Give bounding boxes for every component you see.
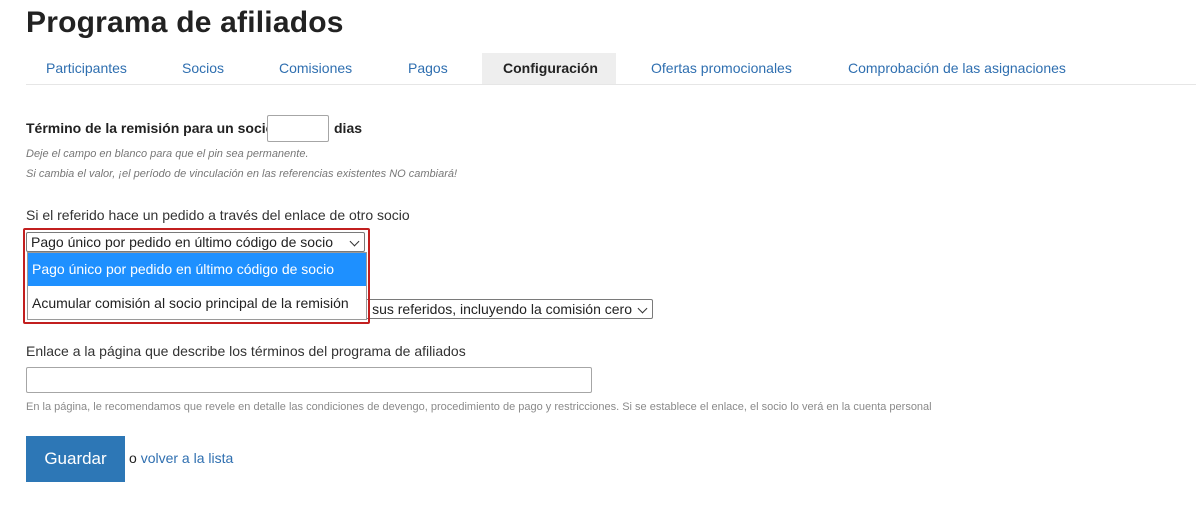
terms-link-label: Enlace a la página que describe los térm… <box>26 343 466 359</box>
back-to-list-link[interactable]: volver a la lista <box>141 450 234 466</box>
save-button[interactable]: Guardar <box>26 436 125 482</box>
page: Programa de afiliados Participantes Soci… <box>0 0 1200 507</box>
tab-ofertas-promocionales[interactable]: Ofertas promocionales <box>651 53 792 84</box>
or-text: o <box>129 450 137 466</box>
tab-comprobacion-asignaciones[interactable]: Comprobación de las asignaciones <box>848 53 1066 84</box>
tab-socios[interactable]: Socios <box>182 53 224 84</box>
terms-link-hint: En la página, le recomendamos que revele… <box>26 401 932 413</box>
actions-row: o volver a la lista <box>129 450 233 466</box>
dropdown-option-accumulate-commission[interactable]: Acumular comisión al socio principal de … <box>28 287 366 320</box>
tab-pagos[interactable]: Pagos <box>408 53 448 84</box>
tab-bar: Participantes Socios Comisiones Pagos Co… <box>26 53 1196 85</box>
referral-term-input[interactable] <box>267 115 329 142</box>
referral-term-unit: dias <box>334 120 363 136</box>
other-partner-order-select[interactable]: Pago único por pedido en último código d… <box>26 232 365 252</box>
other-partner-order-selected-value: Pago único por pedido en último código d… <box>31 234 333 250</box>
tab-participantes[interactable]: Participantes <box>46 53 127 84</box>
referral-term-hint-warning: Si cambia el valor, ¡el período de vincu… <box>26 168 458 180</box>
chevron-down-icon <box>637 303 648 314</box>
other-partner-order-dropdown: Pago único por pedido en último código d… <box>27 252 367 320</box>
chevron-down-icon <box>349 236 360 247</box>
tab-comisiones[interactable]: Comisiones <box>279 53 352 84</box>
page-title: Programa de afiliados <box>26 6 344 39</box>
tab-configuracion[interactable]: Configuración <box>482 53 616 84</box>
terms-link-input[interactable] <box>26 367 592 393</box>
referral-term-hint-permanent: Deje el campo en blanco para que el pin … <box>26 148 309 160</box>
other-partner-order-label: Si el referido hace un pedido a través d… <box>26 207 410 223</box>
dropdown-option-single-payment[interactable]: Pago único por pedido en último código d… <box>28 253 366 286</box>
commission-select-value: sus referidos, incluyendo la comisión ce… <box>372 301 632 317</box>
referral-term-label: Término de la remisión para un socio <box>26 120 275 136</box>
